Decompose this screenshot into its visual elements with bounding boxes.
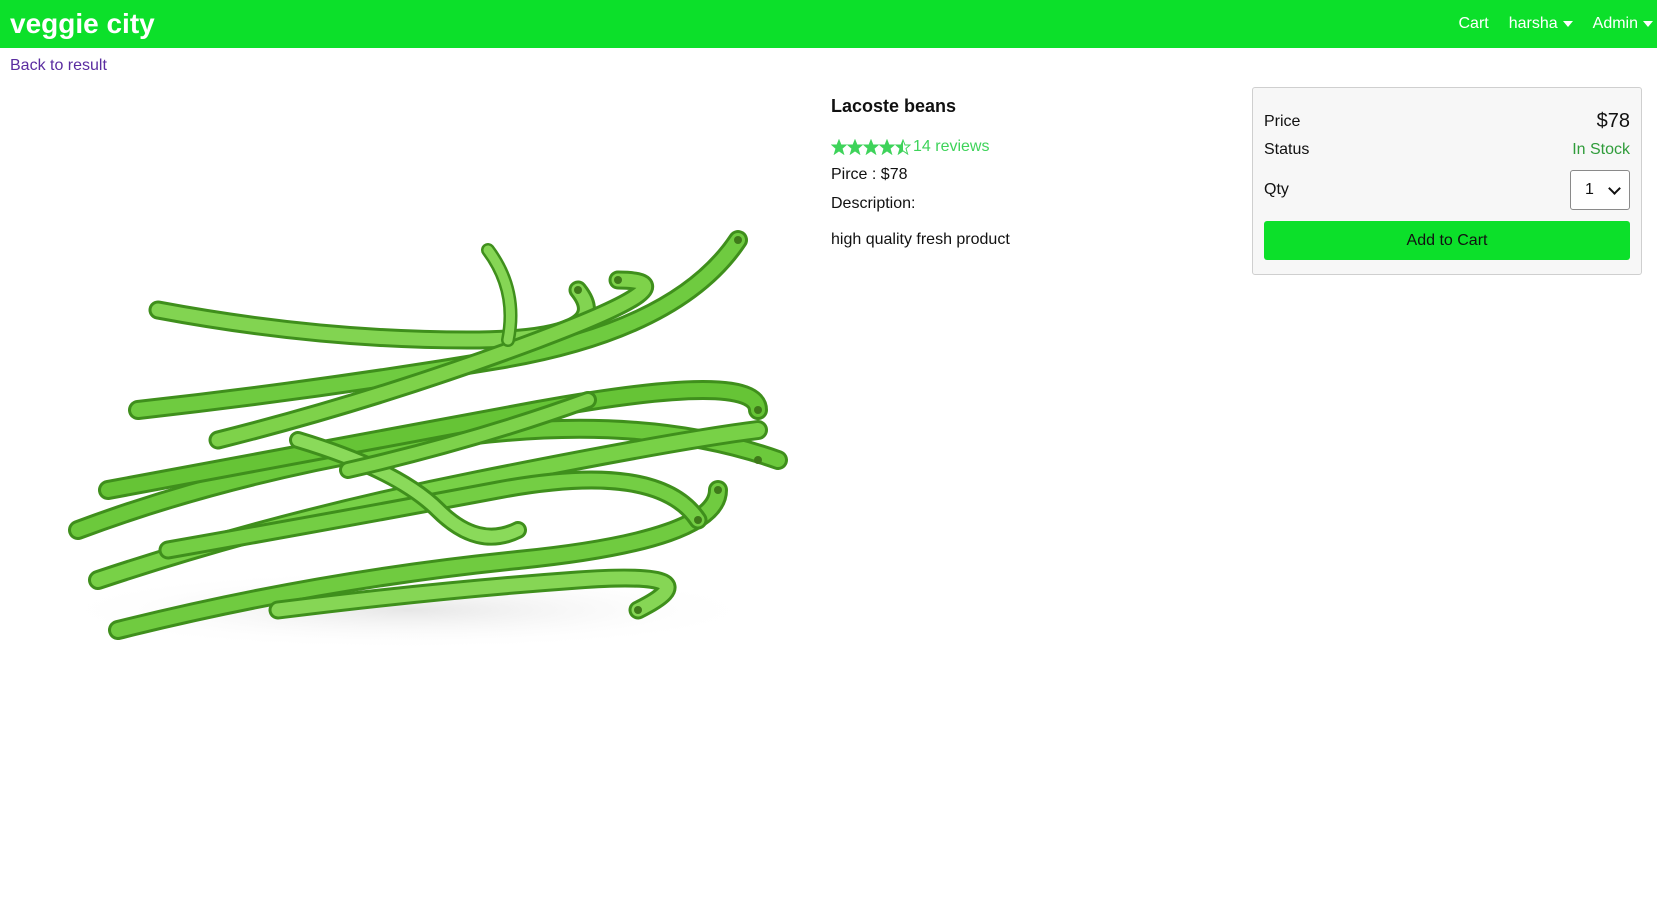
product-info: Lacoste beans 14 reviews Pirce: $78 Des… [831, 96, 1161, 249]
qty-label: Qty [1264, 181, 1289, 198]
qty-row: Qty 1 [1264, 170, 1630, 210]
top-navbar: veggie city Cart harsha Admin [0, 0, 1657, 48]
admin-menu-dropdown[interactable]: Admin [1593, 15, 1653, 33]
price-value: $78 [1596, 110, 1630, 132]
price-line: Pirce : $78 [831, 166, 908, 183]
star-icon [831, 139, 848, 155]
brand-logo[interactable]: veggie city [10, 8, 155, 40]
green-beans-illustration [48, 230, 788, 650]
rating-stars [831, 139, 911, 155]
add-to-cart-button[interactable]: Add to Cart [1264, 221, 1630, 260]
cart-link-label: Cart [1458, 15, 1489, 32]
qty-select[interactable]: 1 [1570, 170, 1630, 210]
product-title: Lacoste beans [831, 96, 957, 116]
status-value: In Stock [1572, 141, 1630, 158]
star-rating-icon [831, 139, 911, 155]
purchase-card: Price $78 Status In Stock Qty 1 Add to C… [1252, 87, 1642, 275]
price-row: Price $78 [1264, 110, 1630, 133]
status-label: Status [1264, 141, 1310, 158]
nav-menu: Cart harsha Admin [1438, 15, 1653, 33]
status-row: Status In Stock [1264, 141, 1630, 159]
user-menu-label: harsha [1508, 15, 1558, 32]
user-menu-dropdown[interactable]: harsha [1509, 15, 1573, 33]
reviews-count: 14 reviews [913, 138, 990, 155]
cart-link[interactable]: Cart [1458, 15, 1488, 33]
star-icon [878, 139, 896, 155]
admin-menu-label: Admin [1592, 15, 1638, 32]
green-beans-image [18, 110, 796, 750]
price-label: Price [1264, 112, 1301, 130]
chevron-down-icon [1608, 181, 1621, 195]
description-text: high quality fresh product [831, 231, 1010, 248]
chevron-down-icon [1643, 21, 1653, 27]
description-label: Description: [831, 195, 916, 212]
qty-selected-value: 1 [1585, 181, 1594, 198]
star-icon [862, 139, 880, 155]
product-rating: 14 reviews [831, 138, 1161, 156]
star-icon [846, 139, 864, 155]
back-to-result-link[interactable]: Back to result [10, 57, 107, 75]
chevron-down-icon [1562, 21, 1573, 27]
star-half-icon [894, 139, 911, 155]
